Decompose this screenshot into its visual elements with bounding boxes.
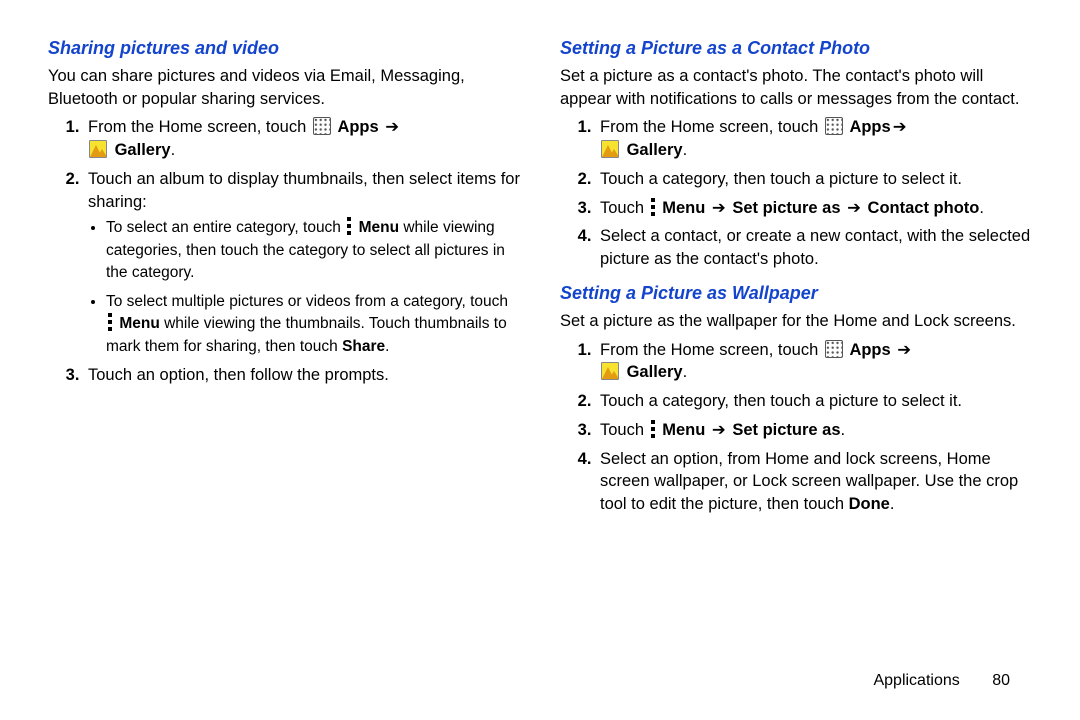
step-3: Touch Menu ➔ Set picture as. bbox=[596, 419, 1032, 442]
apps-grid-icon bbox=[825, 340, 843, 358]
steps-sharing: From the Home screen, touch Apps ➔ Galle… bbox=[48, 116, 520, 387]
gallery-icon bbox=[601, 140, 619, 158]
steps-wallpaper: From the Home screen, touch Apps ➔ Galle… bbox=[560, 339, 1032, 516]
menu-dots-icon bbox=[107, 313, 113, 331]
bullet-2: To select multiple pictures or videos fr… bbox=[106, 291, 520, 358]
gallery-icon bbox=[89, 140, 107, 158]
apps-grid-icon bbox=[825, 117, 843, 135]
step-4: Select an option, from Home and lock scr… bbox=[596, 448, 1032, 516]
left-column: Sharing pictures and video You can share… bbox=[48, 30, 520, 710]
page-number: 80 bbox=[992, 672, 1010, 689]
apps-grid-icon bbox=[313, 117, 331, 135]
steps-contact-photo: From the Home screen, touch Apps➔ Galler… bbox=[560, 116, 1032, 271]
step-3: Touch Menu ➔ Set picture as ➔ Contact ph… bbox=[596, 197, 1032, 220]
gallery-icon bbox=[601, 362, 619, 380]
step-2: Touch a category, then touch a picture t… bbox=[596, 168, 1032, 191]
heading-contact-photo: Setting a Picture as a Contact Photo bbox=[560, 36, 1032, 61]
heading-sharing: Sharing pictures and video bbox=[48, 36, 520, 61]
menu-dots-icon bbox=[346, 217, 352, 235]
right-column: Setting a Picture as a Contact Photo Set… bbox=[560, 30, 1032, 710]
step-2: Touch an album to display thumbnails, th… bbox=[84, 168, 520, 358]
intro-sharing: You can share pictures and videos via Em… bbox=[48, 65, 520, 111]
menu-dots-icon bbox=[650, 198, 656, 216]
bullet-list: To select an entire category, touch Menu… bbox=[88, 217, 520, 358]
step-1: From the Home screen, touch Apps ➔ Galle… bbox=[596, 339, 1032, 385]
heading-wallpaper: Setting a Picture as Wallpaper bbox=[560, 281, 1032, 306]
step-3: Touch an option, then follow the prompts… bbox=[84, 364, 520, 387]
step-4: Select a contact, or create a new contac… bbox=[596, 225, 1032, 271]
menu-dots-icon bbox=[650, 420, 656, 438]
step-1: From the Home screen, touch Apps ➔ Galle… bbox=[84, 116, 520, 162]
step-2: Touch a category, then touch a picture t… bbox=[596, 390, 1032, 413]
intro-contact-photo: Set a picture as a contact's photo. The … bbox=[560, 65, 1032, 111]
bullet-1: To select an entire category, touch Menu… bbox=[106, 217, 520, 284]
step-1: From the Home screen, touch Apps➔ Galler… bbox=[596, 116, 1032, 162]
footer-section: Applications bbox=[873, 672, 959, 689]
page-footer: Applications 80 bbox=[873, 672, 1010, 690]
intro-wallpaper: Set a picture as the wallpaper for the H… bbox=[560, 310, 1032, 333]
manual-page: Sharing pictures and video You can share… bbox=[0, 0, 1080, 720]
